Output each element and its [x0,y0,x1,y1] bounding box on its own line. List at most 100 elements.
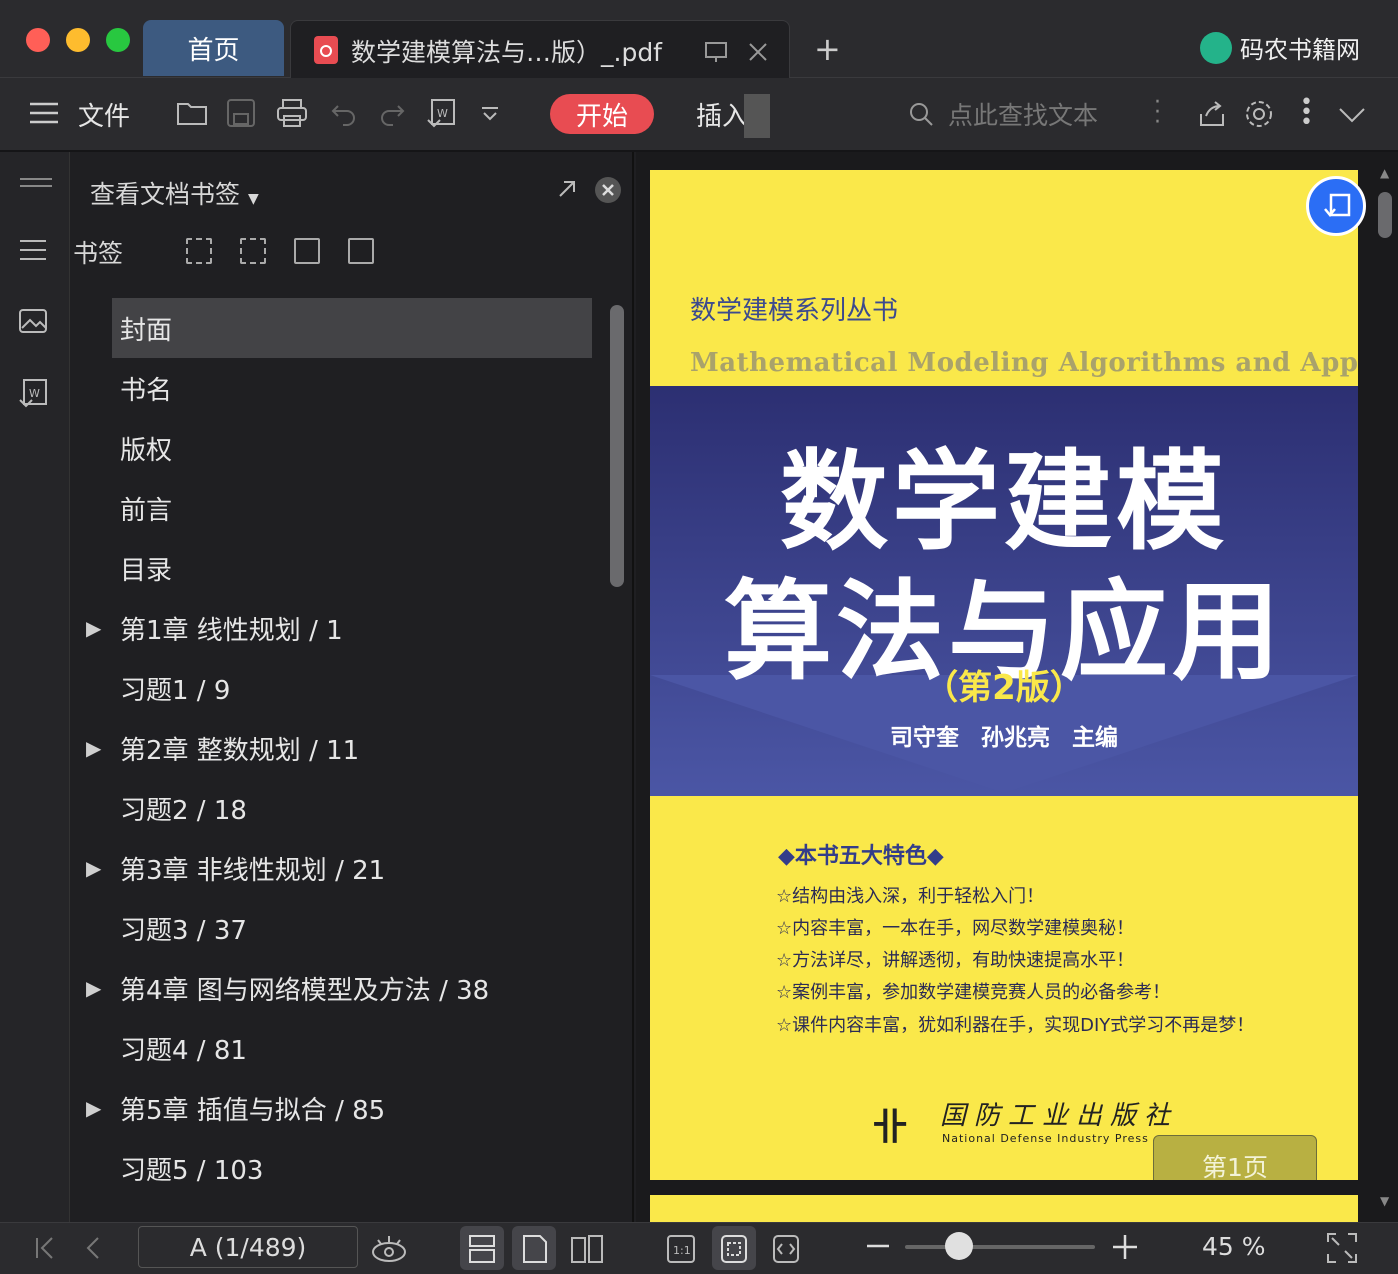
expand-arrow-icon[interactable]: ▶ [86,736,101,760]
pdf-page-next[interactable] [650,1195,1358,1225]
undo-icon[interactable] [330,100,358,126]
fullscreen-icon[interactable] [1326,1232,1358,1264]
tab-home[interactable]: 首页 [143,20,284,76]
more-dropdown-icon[interactable] [480,106,500,122]
brand[interactable]: 码农书籍网 [1200,30,1360,65]
search-placeholder: 点此查找文本 [948,101,1099,130]
expand-arrow-icon[interactable]: ▶ [86,1096,101,1120]
bookmark-item[interactable]: 版权 [80,418,600,478]
bookmark-item[interactable]: 目录 [80,538,600,598]
tab-document[interactable]: 数学建模算法与…版）_.pdf [290,20,790,78]
pdf-to-word-icon[interactable]: W [426,98,456,130]
single-page-icon [523,1235,547,1263]
continuous-page-icon [469,1235,495,1263]
bookmark-item[interactable]: 习题2 / 18 [80,778,600,838]
svg-text:W: W [29,387,40,400]
maximize-window-button[interactable] [106,28,130,52]
outline-list-icon[interactable] [20,238,48,264]
svg-text:W: W [437,107,448,120]
bookmark-item[interactable]: 习题4 / 81 [80,1018,600,1078]
bookmark-label: 第2章 整数规划 / 11 [120,735,360,766]
expand-all-bookmarks-icon[interactable] [186,238,212,264]
scroll-down-icon[interactable]: ▼ [1380,1194,1389,1208]
open-folder-icon[interactable] [176,98,208,126]
bookmark-item[interactable]: 习题5 / 103 [80,1138,600,1198]
previous-page-icon[interactable] [84,1236,102,1260]
cover-series: 数学建模系列丛书 [690,296,899,326]
share-icon[interactable] [1198,100,1226,128]
bookmark-label: 第3章 非线性规划 / 21 [120,855,386,886]
document-scrollbar[interactable] [1378,192,1392,238]
floating-convert-button[interactable] [1306,176,1366,236]
cover-publisher: 国防工业出版社 [940,1101,1179,1131]
remove-bookmark-icon[interactable] [348,238,374,264]
collapse-toolbar-icon[interactable] [1338,106,1366,124]
hamburger-menu-icon[interactable] [30,102,58,124]
close-tab-icon[interactable] [747,41,769,63]
add-bookmark-icon[interactable] [294,238,320,264]
bookmark-label: 习题5 / 103 [120,1155,264,1186]
toolbar-scroll-indicator[interactable] [744,94,770,138]
cover-feature: ☆方法详尽，讲解透彻，有助快速提高水平！ [776,950,1135,971]
bookmark-item[interactable]: ▶ 第5章 插值与拟合 / 85 [80,1078,600,1138]
bookmark-label: 版权 [120,435,173,466]
settings-gear-icon[interactable] [1244,99,1274,129]
pdf-file-icon [314,36,338,64]
two-page-icon[interactable] [570,1234,604,1264]
popout-panel-icon[interactable] [556,178,578,200]
bookmark-label: 习题2 / 18 [120,795,247,826]
zoom-slider-handle[interactable] [945,1232,973,1260]
bookmark-label: 习题4 / 81 [120,1035,247,1066]
more-options-icon[interactable]: • • • [1300,92,1313,134]
redo-icon[interactable] [378,100,406,126]
zoom-slider-track[interactable] [905,1245,1095,1249]
search-box[interactable]: 点此查找文本 [908,96,1098,132]
eye-protection-icon[interactable] [370,1232,408,1264]
bookmark-list-scrollbar[interactable] [610,305,624,587]
bookmark-item[interactable]: 习题3 / 37 [80,898,600,958]
new-tab-button[interactable]: + [814,30,841,68]
actual-size-icon[interactable]: 1:1 [666,1234,696,1264]
tab-insert-button[interactable]: 插入 [696,96,748,133]
print-icon[interactable] [276,98,308,128]
pdf-page-cover[interactable]: 数学建模系列丛书 Mathematical Modeling Algorithm… [650,170,1358,1180]
file-menu[interactable]: 文件 [78,96,130,133]
close-window-button[interactable] [26,28,50,52]
monitor-icon[interactable] [705,41,727,63]
brand-name: 码农书籍网 [1240,36,1360,64]
bookmark-item[interactable]: 习题1 / 9 [80,658,600,718]
zoom-in-icon[interactable] [1112,1234,1138,1260]
convert-doc-icon [1324,193,1351,217]
bookmark-item[interactable]: 前言 [80,478,600,538]
bookmark-label: 第1章 线性规划 / 1 [120,615,343,646]
zoom-level[interactable]: 45 % [1202,1232,1266,1261]
thumbnail-image-icon[interactable] [18,308,48,336]
bookmark-item[interactable]: ▶ 第1章 线性规划 / 1 [80,598,600,658]
fit-width-icon[interactable] [772,1234,800,1264]
close-panel-icon[interactable] [594,176,622,204]
panel-toggle-icon[interactable] [20,176,52,190]
bookmark-item[interactable]: ▶ 第2章 整数规划 / 11 [80,718,600,778]
page-number-badge: 第1页 [1153,1135,1317,1180]
scroll-up-icon[interactable]: ▲ [1380,166,1389,180]
expand-arrow-icon[interactable]: ▶ [86,976,101,1000]
first-page-icon[interactable] [34,1236,56,1260]
bookmark-item[interactable]: 封面 [112,298,592,358]
bookmark-item[interactable]: 书名 [80,358,600,418]
convert-icon[interactable]: W [18,378,50,412]
zoom-out-icon[interactable] [866,1240,890,1252]
bookmark-item[interactable]: ▶ 第3章 非线性规划 / 21 [80,838,600,898]
tab-document-label: 数学建模算法与…版）_.pdf [351,38,662,67]
tab-start-button[interactable]: 开始 [550,94,654,134]
expand-arrow-icon[interactable]: ▶ [86,616,101,640]
page-indicator[interactable]: A (1/489) [138,1226,358,1268]
bookmark-item[interactable]: ▶ 第4章 图与网络模型及方法 / 38 [80,958,600,1018]
collapse-all-bookmarks-icon[interactable] [240,238,266,264]
bookmark-label: 第4章 图与网络模型及方法 / 38 [120,975,490,1006]
brand-logo-icon [1200,31,1232,64]
expand-arrow-icon[interactable]: ▶ [86,856,101,880]
bookmark-label: 习题3 / 37 [120,915,247,946]
save-icon[interactable] [226,98,256,128]
bookmark-view-dropdown[interactable]: 查看文档书签 ▼ [90,175,259,211]
minimize-window-button[interactable] [66,28,90,52]
